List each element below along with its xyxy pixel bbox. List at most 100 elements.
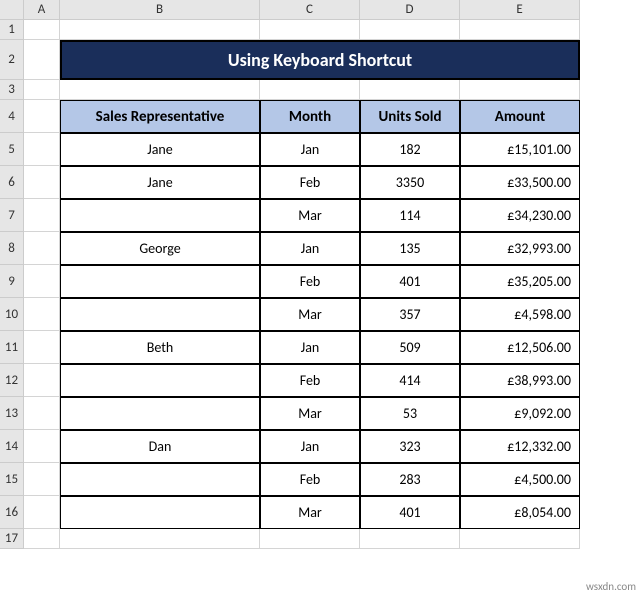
cell-A14[interactable] (24, 430, 60, 463)
cell-amount[interactable]: £9,092.00 (460, 397, 580, 430)
row-header-15[interactable]: 15 (0, 463, 24, 496)
cell-E3[interactable] (460, 80, 580, 100)
cell-rep[interactable] (60, 496, 260, 529)
row-header-16[interactable]: 16 (0, 496, 24, 529)
cell-units[interactable]: 414 (360, 364, 460, 397)
cell-units[interactable]: 182 (360, 133, 460, 166)
cell-C1[interactable] (260, 20, 360, 40)
cell-A4[interactable] (24, 100, 60, 133)
cell-month[interactable]: Mar (260, 298, 360, 331)
col-header-A[interactable]: A (24, 0, 60, 20)
row-header-17[interactable]: 17 (0, 529, 24, 549)
cell-amount[interactable]: £15,101.00 (460, 133, 580, 166)
cell-A1[interactable] (24, 20, 60, 40)
cell-A8[interactable] (24, 232, 60, 265)
row-header-6[interactable]: 6 (0, 166, 24, 199)
cell-amount[interactable]: £8,054.00 (460, 496, 580, 529)
cell-rep[interactable]: Dan (60, 430, 260, 463)
header-units[interactable]: Units Sold (360, 100, 460, 133)
cell-amount[interactable]: £4,500.00 (460, 463, 580, 496)
cell-amount[interactable]: £32,993.00 (460, 232, 580, 265)
cell-A16[interactable] (24, 496, 60, 529)
cell-D1[interactable] (360, 20, 460, 40)
cell-A13[interactable] (24, 397, 60, 430)
cell-rep[interactable]: Jane (60, 133, 260, 166)
cell-amount[interactable]: £4,598.00 (460, 298, 580, 331)
cell-units[interactable]: 357 (360, 298, 460, 331)
cell-month[interactable]: Mar (260, 397, 360, 430)
cell-rep[interactable]: George (60, 232, 260, 265)
cell-month[interactable]: Mar (260, 496, 360, 529)
row-header-5[interactable]: 5 (0, 133, 24, 166)
header-month[interactable]: Month (260, 100, 360, 133)
row-header-4[interactable]: 4 (0, 100, 24, 133)
cell-month[interactable]: Feb (260, 463, 360, 496)
cell-A12[interactable] (24, 364, 60, 397)
cell-rep[interactable] (60, 265, 260, 298)
cell-month[interactable]: Jan (260, 232, 360, 265)
cell-month[interactable]: Feb (260, 265, 360, 298)
cell-amount[interactable]: £35,205.00 (460, 265, 580, 298)
row-header-11[interactable]: 11 (0, 331, 24, 364)
header-rep[interactable]: Sales Representative (60, 100, 260, 133)
select-all-corner[interactable] (0, 0, 24, 20)
cell-rep[interactable] (60, 463, 260, 496)
cell-month[interactable]: Mar (260, 199, 360, 232)
cell-units[interactable]: 401 (360, 496, 460, 529)
cell-A15[interactable] (24, 463, 60, 496)
header-amount[interactable]: Amount (460, 100, 580, 133)
cell-rep[interactable]: Jane (60, 166, 260, 199)
cell-A17[interactable] (24, 529, 60, 549)
cell-amount[interactable]: £12,506.00 (460, 331, 580, 364)
cell-rep[interactable] (60, 397, 260, 430)
col-header-D[interactable]: D (360, 0, 460, 20)
cell-rep[interactable]: Beth (60, 331, 260, 364)
col-header-E[interactable]: E (460, 0, 580, 20)
cell-units[interactable]: 283 (360, 463, 460, 496)
cell-D3[interactable] (360, 80, 460, 100)
cell-C17[interactable] (260, 529, 360, 549)
row-header-8[interactable]: 8 (0, 232, 24, 265)
cell-month[interactable]: Jan (260, 133, 360, 166)
cell-amount[interactable]: £34,230.00 (460, 199, 580, 232)
cell-B3[interactable] (60, 80, 260, 100)
row-header-2[interactable]: 2 (0, 40, 24, 80)
cell-A5[interactable] (24, 133, 60, 166)
cell-A2[interactable] (24, 40, 60, 80)
cell-A6[interactable] (24, 166, 60, 199)
row-header-7[interactable]: 7 (0, 199, 24, 232)
cell-units[interactable]: 401 (360, 265, 460, 298)
cell-units[interactable]: 323 (360, 430, 460, 463)
cell-rep[interactable] (60, 199, 260, 232)
cell-month[interactable]: Feb (260, 166, 360, 199)
row-header-14[interactable]: 14 (0, 430, 24, 463)
cell-units[interactable]: 53 (360, 397, 460, 430)
title-cell[interactable]: Using Keyboard Shortcut (60, 40, 580, 80)
cell-B1[interactable] (60, 20, 260, 40)
cell-month[interactable]: Feb (260, 364, 360, 397)
col-header-C[interactable]: C (260, 0, 360, 20)
cell-month[interactable]: Jan (260, 331, 360, 364)
cell-rep[interactable] (60, 364, 260, 397)
row-header-10[interactable]: 10 (0, 298, 24, 331)
cell-A9[interactable] (24, 265, 60, 298)
cell-A7[interactable] (24, 199, 60, 232)
cell-units[interactable]: 3350 (360, 166, 460, 199)
cell-A11[interactable] (24, 331, 60, 364)
row-header-13[interactable]: 13 (0, 397, 24, 430)
cell-units[interactable]: 509 (360, 331, 460, 364)
cell-units[interactable]: 114 (360, 199, 460, 232)
row-header-9[interactable]: 9 (0, 265, 24, 298)
cell-E17[interactable] (460, 529, 580, 549)
cell-C3[interactable] (260, 80, 360, 100)
cell-rep[interactable] (60, 298, 260, 331)
row-header-1[interactable]: 1 (0, 20, 24, 40)
cell-E1[interactable] (460, 20, 580, 40)
row-header-12[interactable]: 12 (0, 364, 24, 397)
cell-amount[interactable]: £12,332.00 (460, 430, 580, 463)
cell-A3[interactable] (24, 80, 60, 100)
cell-amount[interactable]: £33,500.00 (460, 166, 580, 199)
cell-month[interactable]: Jan (260, 430, 360, 463)
cell-D17[interactable] (360, 529, 460, 549)
cell-amount[interactable]: £38,993.00 (460, 364, 580, 397)
